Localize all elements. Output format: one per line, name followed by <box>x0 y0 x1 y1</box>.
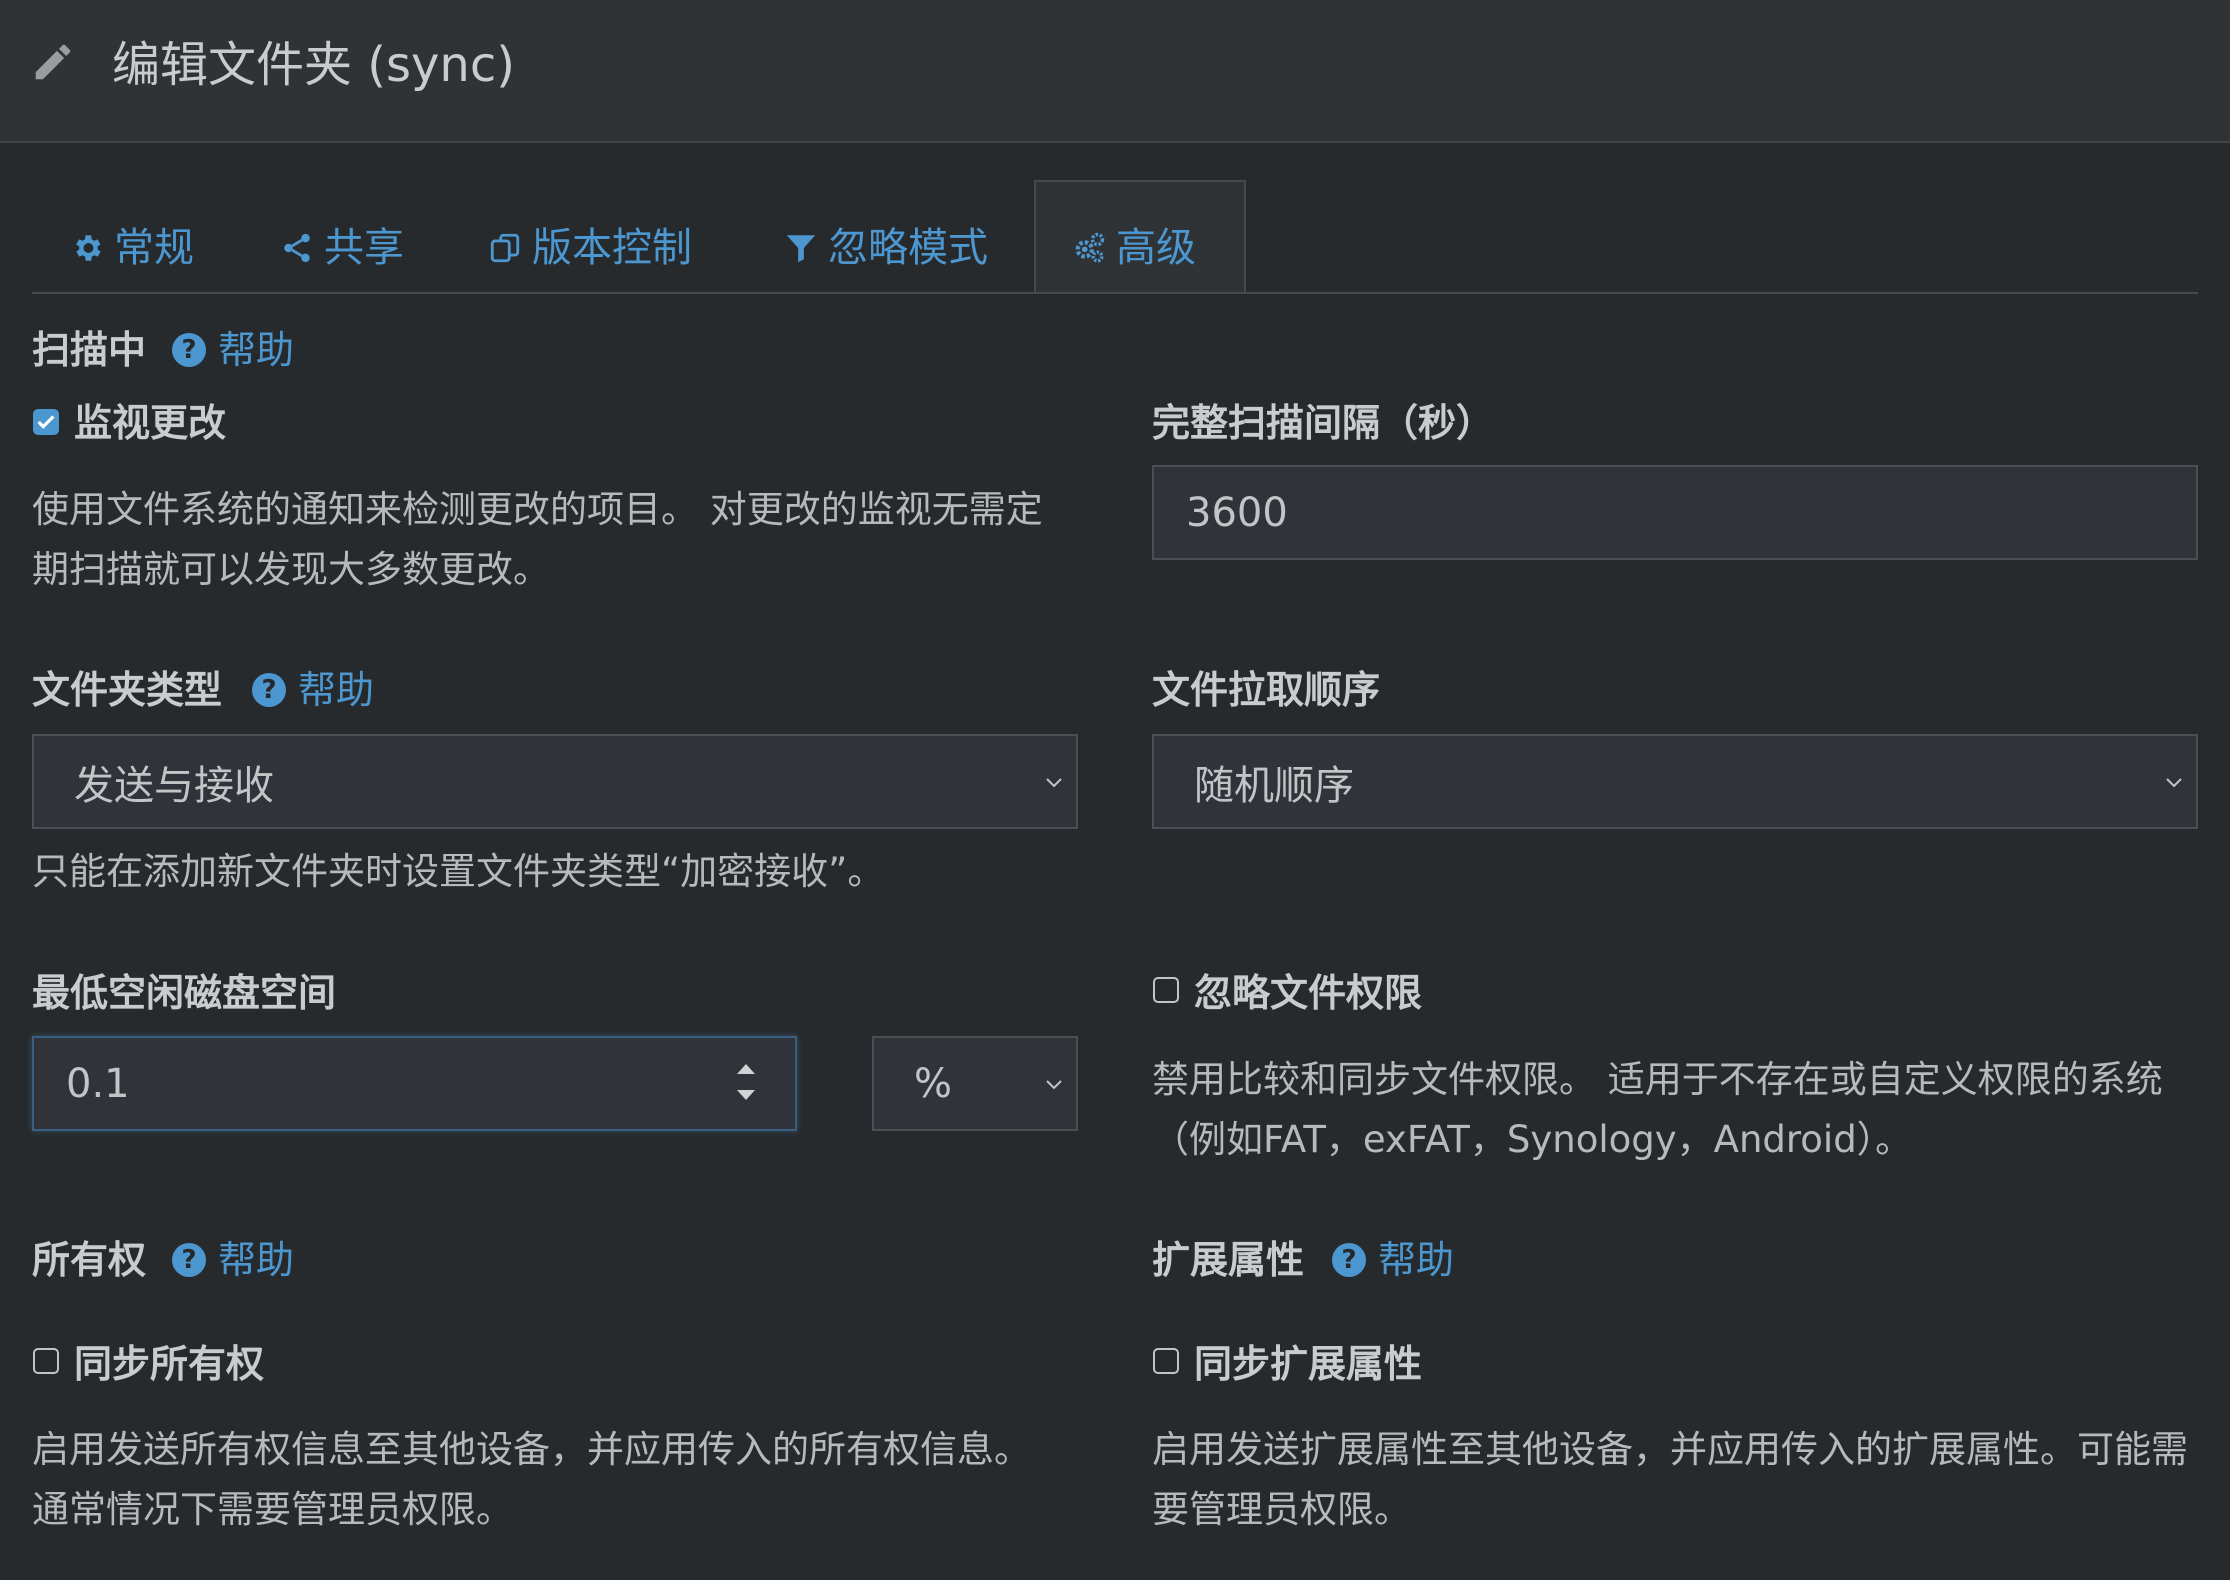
question-circle-icon: ? <box>172 333 206 367</box>
folder-type-selected-value: 发送与接收 <box>74 762 274 809</box>
ownership-label: 所有权 <box>32 1238 147 1282</box>
question-circle-icon: ? <box>252 673 286 707</box>
modal-header: 编辑文件夹 (sync) <box>0 0 2230 143</box>
chevron-down-icon <box>1046 777 1062 787</box>
sync-ownership-checkbox[interactable] <box>33 1348 59 1374</box>
scanning-help-link[interactable]: ? 帮助 <box>172 324 294 376</box>
filter-icon <box>786 235 816 263</box>
min-disk-space-unit-select[interactable]: % <box>872 1036 1078 1131</box>
pull-order-select[interactable]: 随机顺序 <box>1152 734 2198 829</box>
min-disk-space-label: 最低空闲磁盘空间 <box>32 971 337 1015</box>
share-icon <box>284 233 310 263</box>
number-spinner-icon[interactable] <box>731 1060 761 1104</box>
tab-ignore-patterns-label: 忽略模式 <box>828 225 988 271</box>
full-scan-interval-value: 3600 <box>1186 489 1288 536</box>
ignore-permissions-checkbox[interactable] <box>1153 977 1179 1003</box>
watch-changes-description: 使用文件系统的通知来检测更改的项目。 对更改的监视无需定期扫描就可以发现大多数更… <box>32 488 1043 591</box>
sync-extended-attributes-description: 启用发送扩展属性至其他设备，并应用传入的扩展属性。可能需要管理员权限。 <box>1152 1428 2188 1531</box>
min-disk-space-input[interactable]: 0.1 <box>32 1036 797 1131</box>
tab-general-label: 常规 <box>114 225 194 271</box>
folder-type-help-link[interactable]: ? 帮助 <box>252 664 374 716</box>
tab-advanced[interactable]: 高级 <box>1072 208 1196 288</box>
sync-extended-attributes-checkbox[interactable] <box>1153 1348 1179 1374</box>
full-scan-interval-label: 完整扫描间隔（秒） <box>1152 401 1495 445</box>
folder-type-label: 文件夹类型 <box>32 668 223 712</box>
ignore-permissions-description: 禁用比较和同步文件权限。 适用于不存在或自定义权限的系统（例如FAT，exFAT… <box>1152 1058 2163 1161</box>
extended-attributes-label: 扩展属性 <box>1152 1238 1305 1282</box>
pencil-icon <box>35 44 71 80</box>
modal-title: 编辑文件夹 (sync) <box>112 37 515 93</box>
watch-changes-label: 监视更改 <box>74 401 227 445</box>
copy-icon <box>490 233 520 263</box>
question-circle-icon: ? <box>172 1243 206 1277</box>
folder-type-note: 只能在添加新文件夹时设置文件夹类型“加密接收”。 <box>32 850 885 893</box>
tab-general[interactable]: 常规 <box>70 208 194 288</box>
tab-advanced-label: 高级 <box>1116 225 1196 271</box>
full-scan-interval-input[interactable]: 3600 <box>1152 465 2198 560</box>
min-disk-space-unit-value: % <box>914 1060 953 1107</box>
watch-changes-checkbox[interactable] <box>33 409 59 435</box>
pull-order-selected-value: 随机顺序 <box>1194 762 1354 809</box>
cogs-icon <box>1075 232 1105 263</box>
min-disk-space-value: 0.1 <box>66 1060 130 1107</box>
tab-versioning[interactable]: 版本控制 <box>488 208 692 288</box>
folder-type-help-label: 帮助 <box>298 668 375 712</box>
scanning-help-label: 帮助 <box>218 328 295 372</box>
scanning-label: 扫描中 <box>32 328 147 372</box>
tabs-divider <box>32 292 2198 294</box>
ownership-help-link[interactable]: ? 帮助 <box>172 1234 294 1286</box>
sync-ownership-description: 启用发送所有权信息至其他设备，并应用传入的所有权信息。通常情况下需要管理员权限。 <box>32 1428 1031 1531</box>
tab-sharing[interactable]: 共享 <box>280 208 404 288</box>
tab-ignore-patterns[interactable]: 忽略模式 <box>784 208 988 288</box>
question-circle-icon: ? <box>1332 1243 1366 1277</box>
extended-attributes-help-link[interactable]: ? 帮助 <box>1332 1234 1454 1286</box>
sync-extended-attributes-label: 同步扩展属性 <box>1194 1342 1423 1386</box>
extended-attributes-help-label: 帮助 <box>1378 1238 1455 1282</box>
folder-type-select[interactable]: 发送与接收 <box>32 734 1078 829</box>
tab-versioning-label: 版本控制 <box>532 225 692 271</box>
ignore-permissions-label: 忽略文件权限 <box>1194 971 1423 1015</box>
check-icon <box>37 415 55 429</box>
gear-icon <box>76 235 101 261</box>
pull-order-label: 文件拉取顺序 <box>1152 668 1381 712</box>
chevron-down-icon <box>2166 777 2182 787</box>
ownership-help-label: 帮助 <box>218 1238 295 1282</box>
tab-sharing-label: 共享 <box>324 225 404 271</box>
chevron-down-icon <box>1046 1079 1062 1089</box>
sync-ownership-label: 同步所有权 <box>74 1342 265 1386</box>
